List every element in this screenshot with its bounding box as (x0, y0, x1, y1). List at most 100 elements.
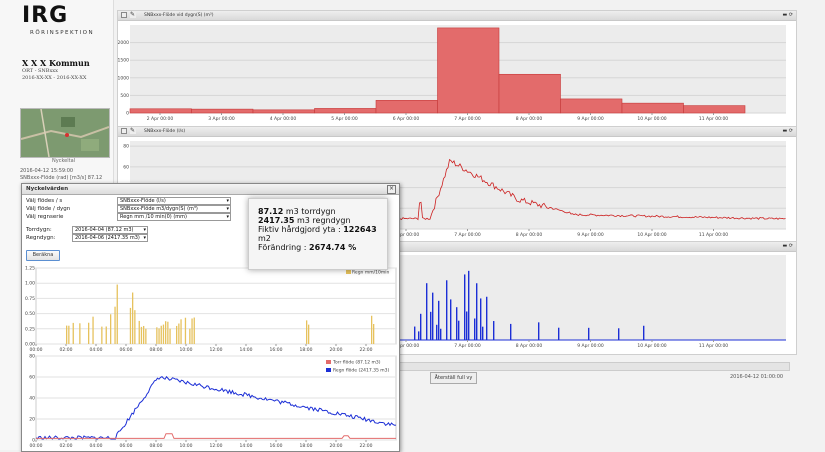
legend-swatch (326, 360, 331, 364)
rain-day-select[interactable]: 2016-04-06 (2417.35 m3) (72, 234, 148, 242)
hour-tick-label: 18:00 (300, 347, 313, 353)
x-tick-label: 7 Apr 00:00 (454, 116, 481, 122)
hour-tick-label: 08:00 (150, 443, 163, 449)
bar (621, 102, 684, 114)
dry-volume: 87.12 (258, 207, 284, 216)
hour-tick-label: 02:00 (60, 443, 73, 449)
change-value: 2674.74 % (309, 243, 357, 252)
panel-tools[interactable]: ▬ ⟳ (782, 12, 793, 18)
rain-bar (468, 270, 470, 340)
dry-volume-text: m3 torrdygn (283, 207, 336, 216)
rain-bar (101, 326, 103, 344)
rain-bar (456, 307, 458, 340)
timeline-scrollbar[interactable] (398, 362, 790, 371)
bar (437, 27, 500, 114)
bar (560, 98, 623, 114)
expand-icon[interactable] (121, 12, 127, 18)
rain-bar (92, 316, 94, 344)
dry-day-select[interactable]: 2016-04-04 (87.12 m3) (72, 226, 148, 234)
rain-bar (134, 310, 136, 344)
y-tick-label: 1000 (118, 75, 129, 81)
rain-bar (176, 325, 178, 344)
map-caption: Nyckeltal (52, 158, 76, 164)
x-tick-label: 2 Apr 00:00 (147, 116, 174, 122)
rain-bar (476, 283, 478, 340)
meta-value: SNBxxx-Flöde (rad) [m3/s] 87.12 (20, 175, 103, 181)
panel-tools[interactable]: ▬ ⟳ (782, 243, 793, 249)
select-flow[interactable]: SNBxxx-Flöde (l/s) (117, 197, 231, 205)
y-tick-label: 0.00 (25, 342, 35, 348)
rain-bar (464, 274, 466, 340)
map-image (21, 109, 109, 157)
area-unit: m2 (258, 234, 271, 243)
x-tick-label: 11 Apr 00:00 (699, 343, 728, 349)
y-tick-label: 80 (29, 354, 35, 360)
rain-bar (482, 326, 484, 340)
rain-bar (184, 317, 187, 344)
rain-volume: 2417.35 (258, 216, 295, 225)
rain-bar (432, 292, 434, 340)
x-tick-label: 8 Apr 00:00 (516, 232, 543, 238)
hour-tick-label: 00:00 (30, 443, 43, 449)
rain-bar (66, 325, 68, 344)
select-rain[interactable]: Regn mm /10 min(0) (mm) (117, 213, 231, 221)
panel-header: ✎ SNBxxx-Flöde (l/s) ▬ ⟳ (118, 127, 796, 137)
legend-label: Regn flöde (2417.35 m3) (333, 368, 390, 374)
hour-tick-label: 12:00 (210, 347, 223, 353)
rain-bar (306, 320, 308, 344)
hour-tick-label: 22:00 (360, 443, 373, 449)
y-tick-label: 1.25 (25, 266, 35, 272)
rain-bar (493, 321, 495, 340)
rain-bar (308, 324, 310, 344)
bar (129, 108, 192, 114)
x-tick-label: 11 Apr 00:00 (699, 232, 728, 238)
rain-bar (189, 328, 191, 344)
y-tick-label: 0 (32, 438, 35, 444)
y-tick-label: 0.50 (25, 311, 35, 317)
reset-zoom-button[interactable]: Återställ full vy (430, 372, 477, 384)
rain-bar (143, 325, 145, 344)
legend-label: Regn mm/10min (352, 270, 389, 276)
hour-tick-label: 06:00 (120, 347, 133, 353)
rain-volume-text: m3 regndygn (294, 216, 351, 225)
rain-bar (110, 314, 112, 344)
irg-logo: IRG RÖRINSPEKTION (22, 3, 108, 36)
select-flow-day[interactable]: SNBxxx-Flöde m3/dygn(S) (m³) (117, 205, 231, 213)
hour-tick-label: 06:00 (120, 443, 133, 449)
site-title: X X X Kommun (22, 58, 90, 68)
rain-bar (588, 327, 590, 340)
change-text: Förändring : (258, 243, 309, 252)
rain-bar (474, 318, 476, 340)
panel-tools[interactable]: ▬ ⟳ (782, 128, 793, 134)
edit-icon[interactable]: ✎ (130, 12, 136, 18)
rain-bar (145, 328, 147, 344)
legend-swatch (326, 368, 331, 372)
panel-title: SNBxxx-Flöde (l/s) (144, 129, 186, 134)
dry-day-label: Torrdygn: (26, 227, 52, 233)
rain-bar (643, 325, 645, 340)
x-tick-label: 9 Apr 00:00 (577, 116, 604, 122)
edit-icon[interactable]: ✎ (130, 128, 136, 134)
panel-header: ✎ SNBxxx-Flöde vid dygn(S) (m³) ▬ ⟳ (118, 11, 796, 21)
expand-icon[interactable] (121, 128, 127, 134)
hour-tick-label: 16:00 (270, 443, 283, 449)
rain-bar (510, 323, 512, 340)
area-text: Fiktiv hårdgjord yta : (258, 225, 344, 234)
y-tick-label: 0.25 (25, 326, 35, 332)
rain-bar (480, 298, 482, 340)
rain-bar (538, 322, 540, 340)
hour-tick-label: 14:00 (240, 347, 253, 353)
hour-tick-label: 04:00 (90, 347, 103, 353)
hour-tick-label: 04:00 (90, 443, 103, 449)
rain-bar (426, 283, 428, 340)
x-tick-label: 10 Apr 00:00 (637, 116, 666, 122)
plot-bg (35, 267, 397, 345)
rain-bar (167, 321, 169, 344)
calculate-button[interactable]: Beräkna (26, 250, 60, 261)
rain-bar (156, 327, 158, 344)
site-map-thumbnail[interactable] (20, 108, 110, 158)
y-tick-label: 1500 (118, 58, 129, 64)
rain-bar (180, 319, 182, 344)
rain-bar (486, 296, 488, 340)
close-icon[interactable]: × (387, 185, 396, 194)
